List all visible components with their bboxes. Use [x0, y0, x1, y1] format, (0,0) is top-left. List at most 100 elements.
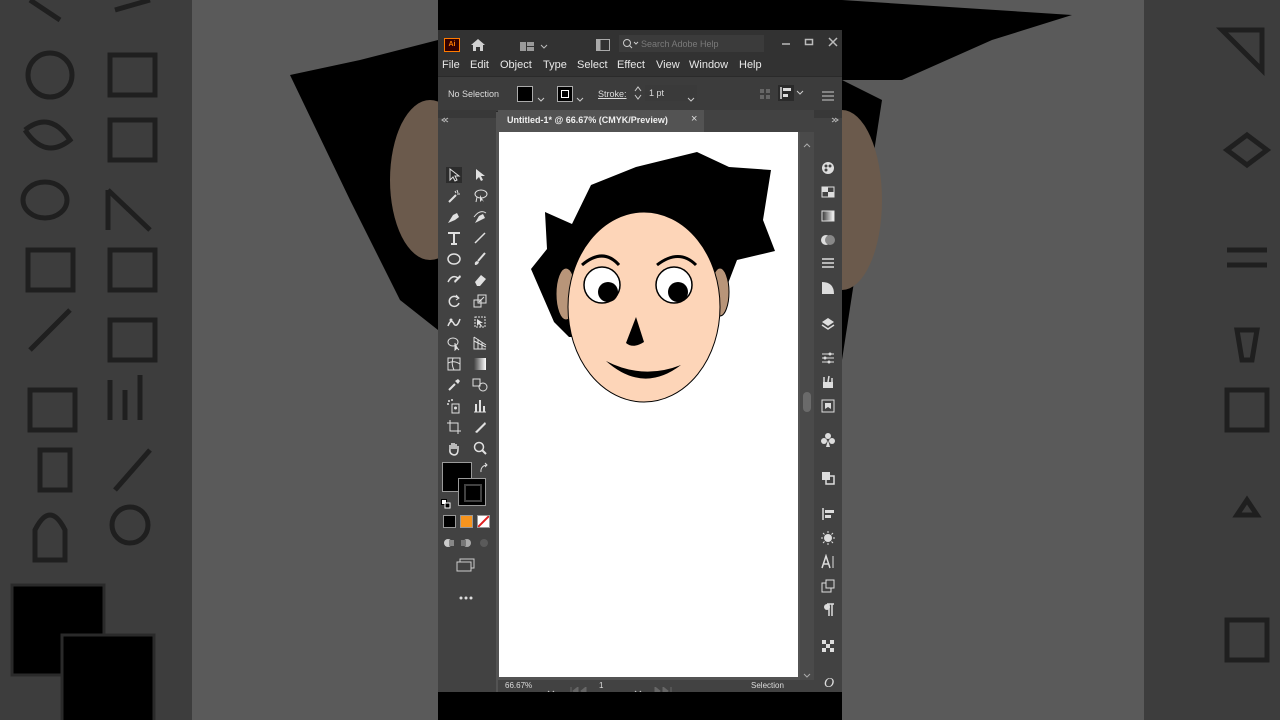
eraser-tool-icon[interactable]	[472, 272, 488, 288]
control-bar-menu-icon[interactable]	[822, 88, 834, 106]
first-artboard-icon[interactable]	[570, 682, 590, 692]
perspective-grid-tool-icon[interactable]	[472, 335, 488, 351]
scrollbar-thumb[interactable]	[803, 392, 811, 412]
rotate-tool-icon[interactable]	[446, 293, 462, 309]
magic-wand-tool-icon[interactable]	[446, 188, 462, 204]
menu-object[interactable]: Object	[500, 59, 532, 71]
artboard-tool-icon[interactable]	[446, 419, 462, 435]
none-mode-button[interactable]	[477, 515, 490, 528]
gradient-panel-icon[interactable]	[820, 208, 836, 224]
navigator-panel-icon[interactable]	[820, 530, 836, 546]
symbol-sprayer-tool-icon[interactable]	[446, 398, 462, 414]
align-panel-icon[interactable]	[820, 506, 836, 522]
scroll-up-icon[interactable]	[803, 135, 811, 153]
menu-select[interactable]: Select	[577, 59, 608, 71]
pathfinder-panel-icon[interactable]	[820, 470, 836, 486]
menu-view[interactable]: View	[656, 59, 680, 71]
appearance-panel-icon[interactable]	[820, 280, 836, 296]
help-search-box[interactable]: Search Adobe Help	[619, 35, 764, 52]
stroke-label[interactable]: Stroke:	[598, 89, 627, 99]
artboard-number[interactable]: 1	[599, 681, 603, 690]
artboard-dropdown-icon[interactable]	[634, 683, 642, 692]
arrange-documents-icon[interactable]	[596, 38, 610, 56]
shape-builder-tool-icon[interactable]	[446, 335, 462, 352]
maximize-icon[interactable]	[804, 34, 814, 52]
draw-normal-icon[interactable]	[443, 536, 455, 554]
minimize-icon[interactable]	[781, 36, 791, 54]
ellipse-tool-icon[interactable]	[446, 251, 462, 267]
paragraph-panel-icon[interactable]	[820, 602, 836, 618]
swatches-panel-icon[interactable]	[820, 184, 836, 200]
transform-grid-icon[interactable]	[759, 87, 771, 105]
document-tab[interactable]: Untitled-1* @ 66.67% (CMYK/Preview) ×	[498, 110, 704, 132]
zoom-tool-icon[interactable]	[472, 440, 488, 456]
transparency-panel-icon[interactable]	[820, 232, 836, 248]
menu-effect[interactable]: Effect	[617, 59, 645, 71]
lasso-tool-icon[interactable]	[472, 188, 488, 204]
selection-tool-icon[interactable]	[446, 167, 462, 183]
menu-help[interactable]: Help	[739, 59, 762, 71]
document-tab-close-icon[interactable]: ×	[691, 113, 697, 125]
stroke-swatch[interactable]	[557, 86, 573, 102]
artboard[interactable]	[499, 132, 798, 677]
draw-behind-icon[interactable]	[460, 536, 472, 554]
layers-panel-icon[interactable]	[820, 316, 836, 332]
stroke-weight-stepper-icon[interactable]	[634, 85, 642, 106]
default-fill-stroke-icon[interactable]	[441, 496, 451, 514]
blend-tool-icon[interactable]	[472, 377, 488, 393]
type-tool-icon[interactable]	[446, 230, 462, 246]
puppet-warp-tool-icon[interactable]	[446, 314, 462, 330]
free-transform-tool-icon[interactable]	[472, 314, 488, 330]
character-panel-icon[interactable]	[820, 553, 836, 570]
screen-mode-icon[interactable]	[456, 558, 476, 577]
opentype-panel-icon[interactable]: O	[820, 674, 836, 691]
menu-type[interactable]: Type	[543, 59, 567, 71]
shaper-tool-icon[interactable]	[446, 272, 462, 288]
menu-edit[interactable]: Edit	[470, 59, 489, 71]
column-graph-tool-icon[interactable]	[472, 398, 488, 414]
expand-panels-icon[interactable]	[831, 110, 839, 128]
color-mode-button[interactable]	[443, 515, 456, 528]
pen-tool-icon[interactable]	[446, 209, 462, 225]
next-artboard-icon[interactable]	[653, 682, 675, 692]
direct-selection-tool-icon[interactable]	[472, 167, 488, 183]
color-panel-icon[interactable]	[820, 160, 836, 176]
asset-export-panel-icon[interactable]	[820, 398, 836, 414]
curvature-tool-icon[interactable]	[472, 209, 488, 225]
hand-tool-icon[interactable]	[446, 440, 462, 456]
stroke-panel-icon[interactable]	[820, 256, 836, 272]
stroke-dropdown-icon[interactable]	[576, 90, 584, 108]
menu-window[interactable]: Window	[689, 59, 728, 71]
gradient-tool-icon[interactable]	[472, 356, 488, 372]
stroke-color-box[interactable]	[458, 478, 486, 506]
workspace-switcher-icon[interactable]	[520, 39, 548, 57]
stroke-weight-dropdown-icon[interactable]	[687, 90, 695, 108]
cartoon-face-artwork[interactable]	[499, 132, 798, 677]
draw-inside-icon[interactable]	[478, 536, 490, 554]
edit-toolbar-icon[interactable]	[458, 588, 474, 606]
swap-fill-stroke-icon[interactable]	[478, 461, 490, 479]
fill-dropdown-icon[interactable]	[537, 90, 545, 108]
menu-file[interactable]: File	[442, 59, 460, 71]
gradient-mode-button[interactable]	[460, 515, 473, 528]
fill-swatch[interactable]	[517, 86, 533, 102]
mesh-tool-icon[interactable]	[446, 356, 462, 372]
scale-tool-icon[interactable]	[472, 293, 488, 309]
artboards-panel-icon[interactable]	[820, 638, 836, 654]
slice-tool-icon[interactable]	[472, 419, 488, 435]
close-window-icon[interactable]	[828, 34, 838, 52]
vertical-scrollbar[interactable]	[800, 132, 814, 680]
eyedropper-tool-icon[interactable]	[446, 377, 462, 393]
paintbrush-tool-icon[interactable]	[472, 251, 488, 267]
zoom-dropdown-icon[interactable]	[547, 683, 555, 692]
canvas-area[interactable]	[498, 132, 814, 680]
align-options-icon[interactable]	[778, 85, 804, 106]
libraries-panel-icon[interactable]	[820, 374, 836, 390]
zoom-level[interactable]: 66.67%	[505, 681, 532, 690]
home-icon[interactable]	[470, 38, 486, 57]
properties-panel-icon[interactable]	[820, 350, 836, 366]
line-tool-icon[interactable]	[472, 230, 488, 246]
collapse-panel-icon[interactable]	[441, 110, 449, 128]
character-styles-panel-icon[interactable]	[820, 578, 836, 594]
symbols-panel-icon[interactable]	[820, 432, 836, 448]
